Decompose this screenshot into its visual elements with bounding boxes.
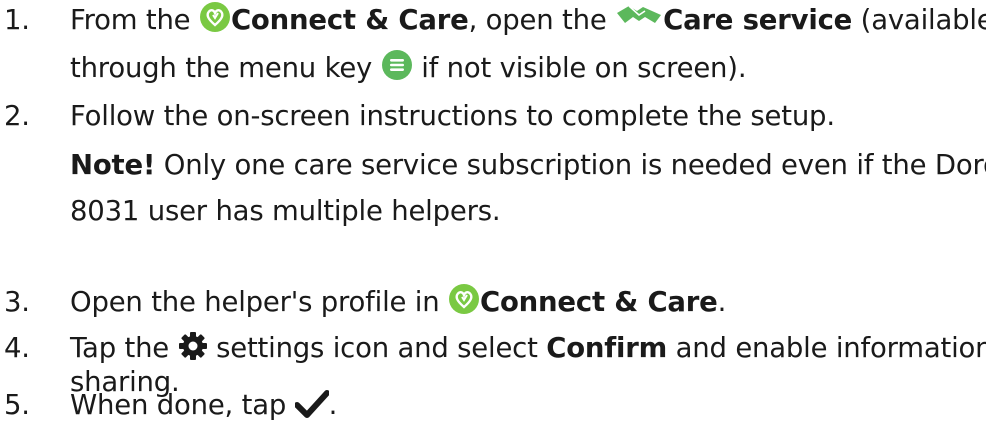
confirm-label: Confirm (546, 332, 668, 364)
handshake-icon (615, 3, 663, 33)
note-text-part: Only one care service subscription is ne… (155, 149, 986, 181)
step-text: Open the helper's profile in Connect & C… (70, 282, 726, 322)
note-text: Note! Only one care service subscription… (70, 145, 986, 231)
step-number: 1. (4, 4, 30, 36)
step-number: 3. (4, 286, 30, 318)
checkmark-icon (294, 390, 329, 418)
connect-care-label: Connect & Care (479, 286, 718, 318)
step-text: Follow the on-screen instructions to com… (70, 100, 835, 132)
step-text-part: From the (70, 4, 199, 36)
step-number: 2. (4, 100, 30, 132)
step-text-part: , open the (468, 4, 616, 36)
step-text-part: . (717, 286, 727, 318)
step-text-part: . (328, 389, 338, 421)
note-text-part: 8031 user has multiple helpers. (70, 195, 501, 227)
step-text: From the Connect & Care, open the Care s… (70, 0, 986, 88)
step-text-part: Open the helper's profile in (70, 286, 448, 318)
heart-icon (448, 283, 480, 315)
gear-icon (178, 331, 208, 361)
note-label: Note! (70, 149, 156, 181)
instruction-list: 1. From the Connect & Care, open the Car… (0, 0, 986, 423)
step-text-part: settings icon and select (207, 332, 547, 364)
step-text-part: When done, tap (70, 389, 295, 421)
step-text-part: and enable information (667, 332, 986, 364)
connect-care-label: Connect & Care (230, 4, 469, 36)
menu-icon (381, 49, 413, 81)
heart-icon (199, 1, 231, 33)
step-text-part: Tap the (70, 332, 178, 364)
step-number: 5. (4, 389, 30, 421)
step-text-part: (available (852, 4, 986, 36)
step-text: When done, tap . (70, 385, 337, 425)
step-text-part: through the menu key (70, 52, 381, 84)
step-text-part: if not visible on screen). (412, 52, 747, 84)
step-number: 4. (4, 332, 30, 364)
care-service-label: Care service (663, 4, 853, 36)
